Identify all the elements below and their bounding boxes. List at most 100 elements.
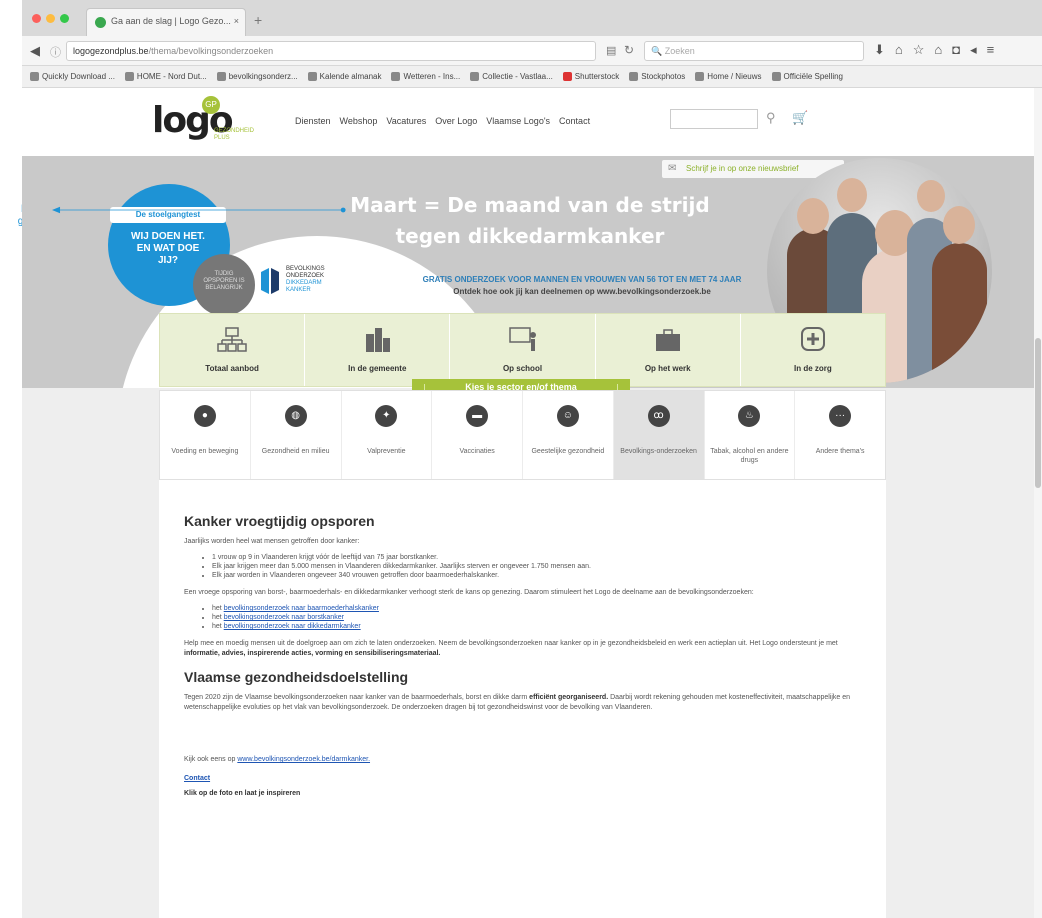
bookmark-item[interactable]: Collectie - Vastlaa... xyxy=(470,71,553,82)
inspiration-text: Klik op de foto en laat je inspireren xyxy=(184,790,301,797)
theme-andere-themas[interactable]: ··· Andere thema's xyxy=(795,391,885,479)
bookmark-item[interactable]: HOME - Nord Dut... xyxy=(124,71,207,82)
stats-list: 1 vrouw op 9 in Vlaanderen krijgt vóór d… xyxy=(212,553,861,580)
early-detection-text: TIJDIG OPSPOREN IS BELANGRIJK xyxy=(203,271,245,291)
close-window-button[interactable] xyxy=(32,14,41,23)
search-placeholder: Zoeken xyxy=(664,46,695,56)
bevolkingsonderzoek-logo-icon xyxy=(261,268,279,294)
reload-icon[interactable]: ↻ xyxy=(624,43,634,57)
theme-vaccinaties[interactable]: ▬ Vaccinaties xyxy=(432,391,523,479)
sector-op-school[interactable]: Op school xyxy=(450,314,596,386)
badge-line: EN WAT DOE xyxy=(136,243,200,254)
bookmark-item[interactable]: bevolkingsonderz... xyxy=(216,71,298,82)
link-baarmoederhalskanker[interactable]: bevolkingsonderzoek naar baarmoederhalsk… xyxy=(224,605,379,612)
scrollbar-thumb[interactable] xyxy=(1035,338,1041,488)
newsletter-signup-button[interactable]: ✉ Schrijf je in op onze nieuwsbrief xyxy=(662,160,844,178)
paragraph: Een vroege opsporing van borst-, baarmoe… xyxy=(184,589,754,596)
site-search-input[interactable] xyxy=(670,109,758,129)
paragraph: Tegen 2020 zijn de Vlaamse bevolkingsond… xyxy=(184,694,851,711)
screening-links-list: het bevolkingsonderzoek naar baarmoederh… xyxy=(212,604,861,631)
sector-in-de-gemeente[interactable]: In de gemeente xyxy=(305,314,451,386)
sector-op-het-werk[interactable]: Op het werk xyxy=(596,314,741,386)
url-path: /thema/bevolkingsonderzoeken xyxy=(148,46,274,56)
sector-in-de-zorg[interactable]: In de zorg xyxy=(741,314,885,386)
list-item: Elk jaar worden in Vlaanderen ongeveer 3… xyxy=(212,571,861,580)
link-dikkedarmkanker[interactable]: bevolkingsonderzoek naar dikkedarmkanker xyxy=(224,623,361,630)
list-item: het bevolkingsonderzoek naar baarmoederh… xyxy=(212,604,861,613)
browser-search-input[interactable]: 🔍 Zoeken xyxy=(644,41,864,61)
menu-icon[interactable]: ≡ xyxy=(987,42,995,58)
annotation-arrow-icon xyxy=(52,206,346,214)
download-icon[interactable]: ⬇ xyxy=(874,42,885,58)
sector-totaal-aanbod[interactable]: Totaal aanbod xyxy=(160,314,306,386)
browser-window: Ga aan de slag | Logo Gezo... × + ◀ ⓘ lo… xyxy=(22,0,1042,918)
theme-valpreventie[interactable]: ✦ Valpreventie xyxy=(342,391,433,479)
tab-bar: Ga aan de slag | Logo Gezo... × + xyxy=(22,0,1042,36)
reader-view-icon[interactable]: ▤ xyxy=(606,44,616,57)
logo-tagline: GEZONDHEID PLUS xyxy=(214,128,255,141)
theme-voeding-en-beweging[interactable]: ● Voeding en beweging xyxy=(160,391,251,479)
contact-link[interactable]: Contact xyxy=(184,775,861,782)
tab-close-icon[interactable]: × xyxy=(234,16,239,26)
theme-menu: ● Voeding en beweging ◍ Gezondheid en mi… xyxy=(159,390,886,480)
new-tab-button[interactable]: + xyxy=(254,12,262,28)
article-content: Kanker vroegtijdig opsporen Jaarlijks wo… xyxy=(159,480,886,918)
ribbon-icon: ꝏ xyxy=(647,405,670,427)
list-item: Elk jaar krijgen meer dan 5.000 mensen i… xyxy=(212,562,861,571)
page-scrollbar[interactable] xyxy=(1034,88,1042,918)
banner-subtitle-url: Ontdek hoe ook jij kan deelnemen op www.… xyxy=(453,287,711,296)
theme-gezondheid-en-milieu[interactable]: ◍ Gezondheid en milieu xyxy=(251,391,342,479)
url-domain: logogezondplus.be xyxy=(73,46,149,56)
minimize-window-button[interactable] xyxy=(46,14,55,23)
darmkanker-link[interactable]: www.bevolkingsonderzoek.be/darmkanker. xyxy=(237,756,370,763)
theme-geestelijke-gezondheid[interactable]: ☺ Geestelijke gezondheid xyxy=(523,391,614,479)
menu-item-webshop[interactable]: Webshop xyxy=(340,116,378,126)
bookmark-item[interactable]: Stockphotos xyxy=(629,71,685,82)
plus-cross-icon xyxy=(800,327,825,351)
menu-item-over-logo[interactable]: Over Logo xyxy=(435,116,477,126)
buildings-icon xyxy=(366,328,391,352)
theme-bevolkingsonderzoeken[interactable]: ꝏ Bevolkings-onderzoeken xyxy=(613,391,705,479)
bookmark-item[interactable]: Officiële Spelling xyxy=(771,71,843,82)
site-header: logo GP GEZONDHEID PLUS Diensten Webshop… xyxy=(22,88,1042,156)
library-icon[interactable]: ⌂ xyxy=(934,42,942,58)
mail-icon: ✉ xyxy=(668,163,677,174)
star-icon[interactable]: ☆ xyxy=(913,42,925,58)
bookmark-item[interactable]: Wetteren - Ins... xyxy=(391,71,460,82)
section-heading: Vlaamse gezondheidsdoelstelling xyxy=(184,669,409,685)
home-icon[interactable]: ⌂ xyxy=(895,42,903,58)
bookmark-item[interactable]: Kalende almanak xyxy=(307,71,381,82)
pocket-icon[interactable]: ◘ xyxy=(952,42,960,58)
blackboard-icon xyxy=(508,327,536,351)
menu-item-contact[interactable]: Contact xyxy=(559,116,590,126)
paragraph: Kijk ook eens op www.bevolkingsonderzoek… xyxy=(184,756,371,763)
smoke-icon: ♨ xyxy=(738,405,761,427)
send-icon[interactable]: ◂ xyxy=(970,42,977,58)
link-borstkanker[interactable]: bevolkingsonderzoek naar borstkanker xyxy=(224,614,344,621)
menu-item-vlaamse-logos[interactable]: Vlaamse Logo's xyxy=(486,116,550,126)
bookmark-item[interactable]: Quickly Download ... xyxy=(30,71,115,82)
info-icon[interactable]: ⓘ xyxy=(50,44,61,60)
browser-tab[interactable]: Ga aan de slag | Logo Gezo... × xyxy=(86,8,246,36)
bookmark-item[interactable]: Shutterstock xyxy=(562,71,619,82)
zoom-window-button[interactable] xyxy=(60,14,69,23)
search-icon[interactable]: ⚲ xyxy=(766,110,776,126)
back-arrow-icon[interactable]: ◀ xyxy=(30,43,40,59)
list-item: het bevolkingsonderzoek naar borstkanker xyxy=(212,613,861,622)
menu-item-vacatures[interactable]: Vacatures xyxy=(386,116,426,126)
menu-item-diensten[interactable]: Diensten xyxy=(295,116,331,126)
banner-subtitle: GRATIS ONDERZOEK VOOR MANNEN EN VROUWEN … xyxy=(422,275,742,284)
badge-line: WIJ DOEN HET. xyxy=(131,231,205,242)
address-bar[interactable]: logogezondplus.be/thema/bevolkingsonderz… xyxy=(66,41,596,61)
bookmark-item[interactable]: Home / Nieuws xyxy=(695,71,762,82)
banner-title: Maart = De maand van de strijd tegen dik… xyxy=(320,190,740,252)
sector-menu: Totaal aanbod In de gemeente Op school O… xyxy=(159,313,886,387)
main-menu: Diensten Webshop Vacatures Over Logo Vla… xyxy=(295,116,590,126)
newsletter-label: Schrijf je in op onze nieuwsbrief xyxy=(686,164,799,173)
cart-icon[interactable]: 🛒 xyxy=(792,110,808,126)
bevolkingsonderzoek-logo-text: BEVOLKINGS ONDERZOEK DIKKEDARM KANKER xyxy=(286,266,325,293)
banner-title-line: tegen dikkedarmkanker xyxy=(395,224,665,248)
theme-tabak-alcohol-drugs[interactable]: ♨ Tabak, alcohol en andere drugs xyxy=(705,391,796,479)
more-icon: ··· xyxy=(829,405,852,427)
logo-badge: GP xyxy=(202,96,220,114)
